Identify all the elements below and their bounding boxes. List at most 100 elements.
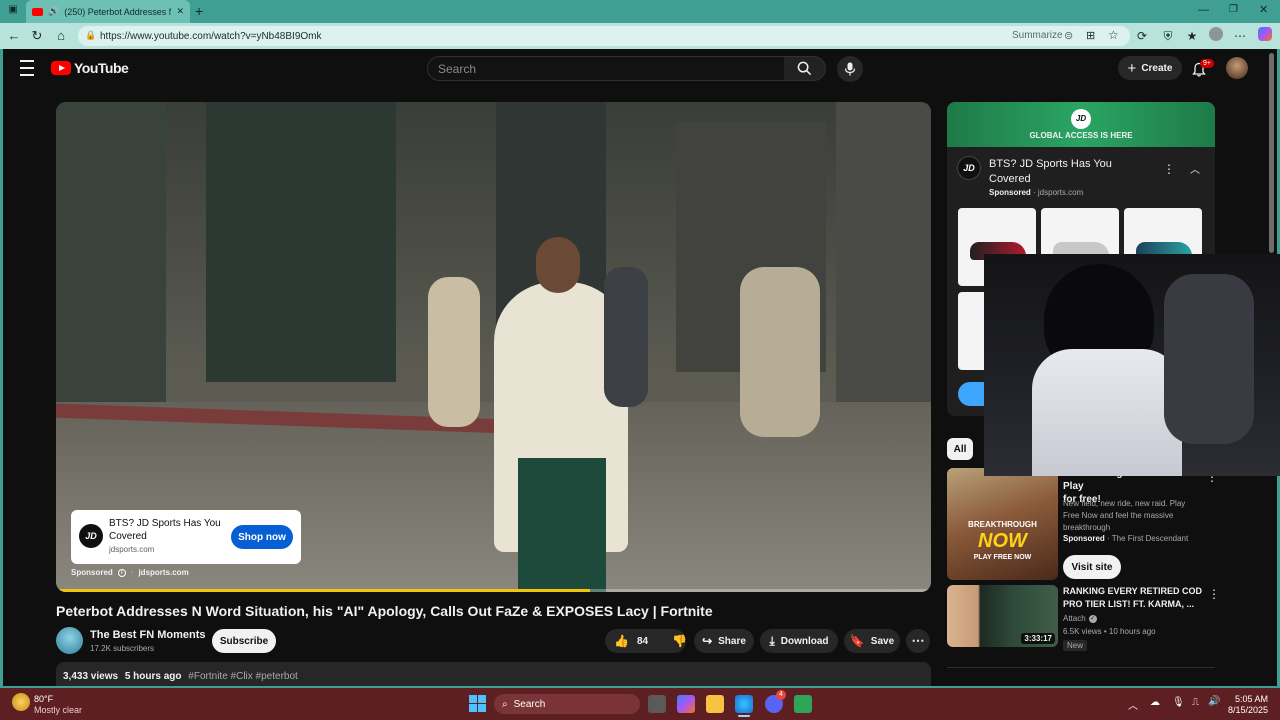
video-progress-bar[interactable] xyxy=(56,589,931,592)
weather-icon[interactable] xyxy=(12,693,30,711)
android-app-icon[interactable] xyxy=(794,695,812,713)
video-frame-building xyxy=(836,102,931,432)
browser-tab[interactable]: 🔊 (250) Peterbot Addresses N Wo ✕ xyxy=(26,0,190,23)
channel-name[interactable]: The Best FN Moments xyxy=(90,629,206,641)
address-bar[interactable]: 🔒 https://www.youtube.com/watch?v=yNb48B… xyxy=(78,26,1130,46)
more-vertical-icon[interactable]: ⋮ xyxy=(1208,587,1220,601)
chevron-up-icon[interactable]: ︿ xyxy=(1190,161,1200,176)
volume-icon[interactable]: 🔊 xyxy=(1208,696,1220,707)
save-button[interactable]: 🔖 Save xyxy=(844,629,900,653)
search-input[interactable]: Search xyxy=(427,56,785,81)
edge-browser-icon[interactable] xyxy=(735,695,753,713)
security-icon[interactable]: ⛨ xyxy=(1159,27,1177,45)
video-thumbnail[interactable]: 3:33:17 xyxy=(947,585,1058,647)
maximize-icon[interactable]: ❐ xyxy=(1229,4,1238,15)
dislike-button[interactable]: 👎 xyxy=(672,634,687,648)
new-badge: New xyxy=(1063,640,1088,651)
favorites-icon[interactable]: ★ xyxy=(1183,27,1201,45)
page-scrollbar-thumb[interactable] xyxy=(1269,53,1274,253)
taskbar-search[interactable]: ⌕ Search xyxy=(494,694,640,714)
close-window-icon[interactable]: ✕ xyxy=(1259,3,1268,16)
search-button[interactable] xyxy=(784,56,826,81)
share-button[interactable]: ↪ Share xyxy=(694,629,754,653)
filter-chip-all[interactable]: All xyxy=(947,438,973,460)
network-icon[interactable]: ⎍ xyxy=(1192,697,1199,708)
refresh-icon[interactable]: ↻ xyxy=(28,27,46,45)
info-icon[interactable]: i xyxy=(117,568,126,577)
ad-banner[interactable]: JD GLOBAL ACCESS IS HERE xyxy=(947,102,1215,147)
video-ad-overlay[interactable]: JD BTS? JD Sports Has You Covered jdspor… xyxy=(71,510,301,564)
save-label: Save xyxy=(870,635,895,647)
profile-icon[interactable] xyxy=(1207,27,1225,45)
sidebar-ad-title-line2: Covered xyxy=(989,173,1031,185)
youtube-wordmark: YouTube xyxy=(74,60,129,76)
new-tab-icon[interactable]: + xyxy=(195,3,209,19)
shop-now-button[interactable]: Shop now xyxy=(231,525,293,549)
visit-site-button[interactable]: Visit site xyxy=(1063,555,1121,579)
channel-name: Attach xyxy=(1063,614,1086,623)
tab-actions-icon[interactable]: ▣ xyxy=(6,4,20,18)
weather-text[interactable]: Mostly clear xyxy=(34,705,82,715)
temperature[interactable]: 80°F xyxy=(34,694,53,704)
video-player[interactable]: JD BTS? JD Sports Has You Covered jdspor… xyxy=(56,102,931,592)
favorite-star-icon[interactable]: ☆ xyxy=(1108,28,1119,42)
task-view-icon[interactable] xyxy=(648,695,666,713)
suggestion-channel[interactable]: Attach ✓ xyxy=(1063,614,1097,623)
start-icon[interactable] xyxy=(469,695,487,713)
video-frame-person-head xyxy=(536,237,580,293)
sponsored-label: Sponsored xyxy=(1063,534,1105,543)
bookmark-icon: 🔖 xyxy=(849,634,865,648)
microphone-icon[interactable]: 🎙 xyxy=(1172,697,1185,708)
discord-icon[interactable]: 4 xyxy=(765,690,786,713)
account-avatar[interactable] xyxy=(1226,57,1248,79)
more-vertical-icon[interactable]: ⋮ xyxy=(1163,162,1175,176)
close-tab-icon[interactable]: ✕ xyxy=(176,6,184,17)
description-box[interactable]: 3,433 views 5 hours ago #Fortnite #Clix … xyxy=(56,662,931,686)
video-frame-person-pants xyxy=(518,458,606,592)
ad-domain: jdsports.com xyxy=(109,545,155,554)
hamburger-menu-icon[interactable] xyxy=(18,60,36,76)
youtube-favicon-icon xyxy=(32,7,43,16)
notifications-button[interactable]: 9+ xyxy=(1189,59,1214,79)
suggestion-ad-sponsor: Sponsored · The First Descendant xyxy=(1063,534,1189,543)
home-icon[interactable]: ⌂ xyxy=(52,27,70,45)
sponsor-domain[interactable]: jdsports.com xyxy=(138,568,188,577)
reader-icon[interactable]: ⊜ xyxy=(1064,29,1073,42)
jd-logo-icon[interactable]: JD xyxy=(957,156,981,180)
more-menu-icon[interactable]: ⋯ xyxy=(1231,27,1249,45)
channel-avatar[interactable] xyxy=(56,627,83,654)
more-actions-button[interactable]: ⋯ xyxy=(906,629,930,653)
extension-icon[interactable]: ⟳ xyxy=(1133,27,1151,45)
voice-search-button[interactable] xyxy=(837,56,863,82)
youtube-play-icon xyxy=(51,61,71,75)
notification-badge: 9+ xyxy=(1200,59,1214,68)
copilot-icon[interactable] xyxy=(1256,27,1274,45)
sidebar-ad-title[interactable]: BTS? JD Sports Has You Covered xyxy=(989,157,1112,187)
more-horizontal-icon: ⋯ xyxy=(911,633,925,648)
onedrive-icon[interactable]: ☁ xyxy=(1150,697,1160,708)
video-progress-fill xyxy=(56,589,590,592)
speaker-icon[interactable]: 🔊 xyxy=(48,6,59,17)
clock-time[interactable]: 5:05 AM xyxy=(1228,694,1268,704)
apps-icon[interactable]: ⊞ xyxy=(1086,29,1095,42)
back-icon[interactable]: ← xyxy=(5,27,23,45)
minimize-icon[interactable]: — xyxy=(1198,4,1209,16)
suggestion-ad-thumbnail[interactable]: BREAKTHROUGH NOW PLAY FREE NOW xyxy=(947,468,1058,580)
lock-icon[interactable]: 🔒 xyxy=(85,30,96,41)
windows-taskbar: 80°F Mostly clear ⌕ Search 4 ︿ ☁ 🎙 ⎍ 🔊 5… xyxy=(0,688,1280,720)
like-button[interactable]: 👍 84 xyxy=(614,634,648,648)
download-button[interactable]: ⤓ Download xyxy=(760,629,838,653)
browser-tab-bar: ▣ 🔊 (250) Peterbot Addresses N Wo ✕ + — … xyxy=(0,0,1280,23)
suggestion-title[interactable]: RANKING EVERY RETIRED COD PRO TIER LIST!… xyxy=(1063,585,1203,611)
create-button[interactable]: + Create xyxy=(1118,56,1182,80)
chevron-up-icon[interactable]: ︿ xyxy=(1128,697,1138,712)
download-label: Download xyxy=(780,635,829,647)
download-icon: ⤓ xyxy=(769,633,775,648)
hashtags[interactable]: #Fortnite #Clix #peterbot xyxy=(188,671,298,682)
summarize-label[interactable]: Summarize xyxy=(1012,30,1063,41)
clock-date[interactable]: 8/15/2025 xyxy=(1224,705,1268,715)
youtube-logo[interactable]: YouTube xyxy=(51,59,129,77)
subscribe-button[interactable]: Subscribe xyxy=(212,629,276,653)
copilot-app-icon[interactable] xyxy=(677,695,695,713)
file-explorer-icon[interactable] xyxy=(706,695,724,713)
